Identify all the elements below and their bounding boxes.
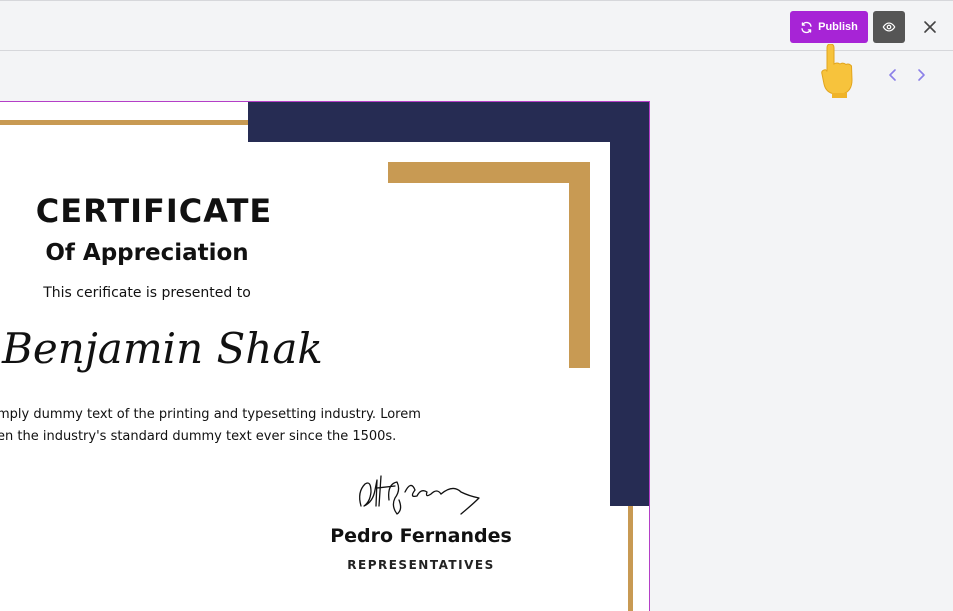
certificate-subtitle[interactable]: Of Appreciation	[0, 240, 295, 266]
representative-name[interactable]: Pedro Fernandes	[321, 525, 521, 547]
gold-corner-bar-vertical	[569, 162, 590, 368]
recipient-name[interactable]: Benjamin Shak	[2, 324, 323, 373]
presented-to-text[interactable]: This cerificate is presented to	[0, 285, 295, 301]
certificate-title[interactable]: CERTIFICATE	[0, 192, 309, 230]
refresh-icon	[801, 21, 812, 33]
close-button[interactable]	[918, 15, 942, 39]
body-text-line-1[interactable]: mply dummy text of the printing and type…	[0, 407, 421, 422]
preview-button[interactable]	[873, 11, 905, 43]
publish-label: Publish	[818, 21, 858, 33]
next-page-button[interactable]	[911, 64, 931, 86]
pointing-hand-icon	[821, 44, 853, 98]
publish-button[interactable]: Publish	[790, 11, 868, 43]
gold-corner-bar-horizontal	[388, 162, 590, 183]
chevron-right-icon	[918, 69, 925, 81]
certificate-canvas[interactable]: CERTIFICATE Of Appreciation This cerific…	[0, 101, 650, 611]
body-text-line-2[interactable]: en the industry's standard dummy text ev…	[0, 429, 396, 444]
prev-page-button[interactable]	[883, 64, 903, 86]
editor-toolbar: Publish	[0, 0, 953, 51]
signature-image[interactable]	[351, 470, 491, 522]
chevron-left-icon	[889, 69, 896, 81]
eye-icon	[882, 22, 896, 32]
close-icon	[924, 21, 936, 33]
gold-top-border	[0, 120, 251, 125]
gold-right-border	[628, 506, 633, 611]
representative-title[interactable]: REPRESENTATIVES	[321, 558, 521, 572]
